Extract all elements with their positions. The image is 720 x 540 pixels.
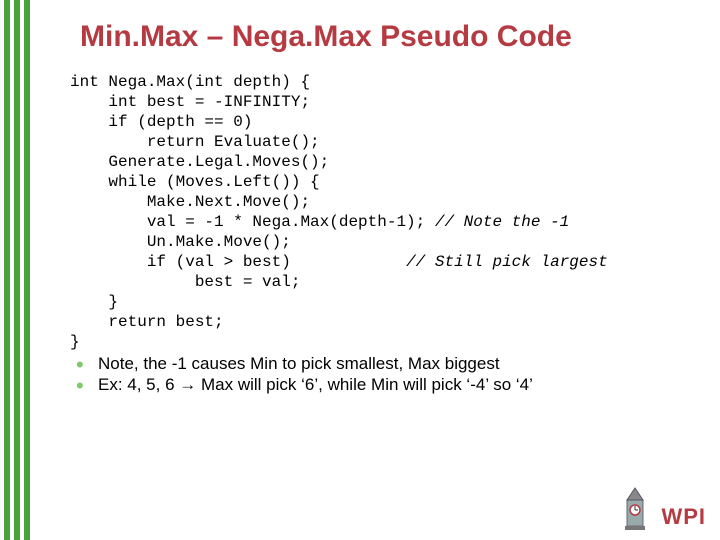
- code-line: int Nega.Max(int depth) {: [70, 73, 310, 91]
- bullet-item: Ex: 4, 5, 6 → Max will pick ‘6’, while M…: [70, 375, 700, 395]
- code-line: while (Moves.Left()) {: [70, 173, 320, 191]
- slide-title: Min.Max – Nega.Max Pseudo Code: [80, 20, 700, 54]
- code-line: Make.Next.Move();: [70, 193, 310, 211]
- wpi-logo: WPI: [615, 486, 706, 530]
- code-line: int best = -INFINITY;: [70, 93, 310, 111]
- code-comment: // Still pick largest: [406, 253, 608, 271]
- code-line: }: [70, 293, 118, 311]
- bullet-text: Note, the -1 causes Min to pick smallest…: [98, 354, 500, 373]
- code-line: Un.Make.Move();: [70, 233, 291, 251]
- clock-tower-icon: [615, 486, 655, 530]
- slide-body: Min.Max – Nega.Max Pseudo Code int Nega.…: [60, 10, 700, 530]
- code-block: int Nega.Max(int depth) { int best = -IN…: [70, 72, 700, 352]
- code-line: return best;: [70, 313, 224, 331]
- code-line: best = val;: [70, 273, 300, 291]
- bullet-text-pre: Ex: 4, 5, 6: [98, 375, 179, 394]
- code-line: val = -1 * Nega.Max(depth-1);: [70, 213, 435, 231]
- decor-green-line-1: [4, 0, 10, 540]
- bullet-text-post: Max will pick ‘6’, while Min will pick ‘…: [196, 375, 533, 394]
- bullet-list: Note, the -1 causes Min to pick smallest…: [70, 354, 700, 395]
- code-line: Generate.Legal.Moves();: [70, 153, 329, 171]
- code-line: return Evaluate();: [70, 133, 320, 151]
- decor-green-line-2: [14, 0, 20, 540]
- code-line: }: [70, 333, 80, 351]
- code-line: if (val > best): [70, 253, 406, 271]
- code-line: if (depth == 0): [70, 113, 252, 131]
- bullet-item: Note, the -1 causes Min to pick smallest…: [70, 354, 700, 374]
- arrow-icon: →: [179, 375, 196, 394]
- code-comment: // Note the -1: [435, 213, 569, 231]
- decor-green-line-3: [24, 0, 30, 540]
- wpi-logo-text: WPI: [661, 506, 706, 530]
